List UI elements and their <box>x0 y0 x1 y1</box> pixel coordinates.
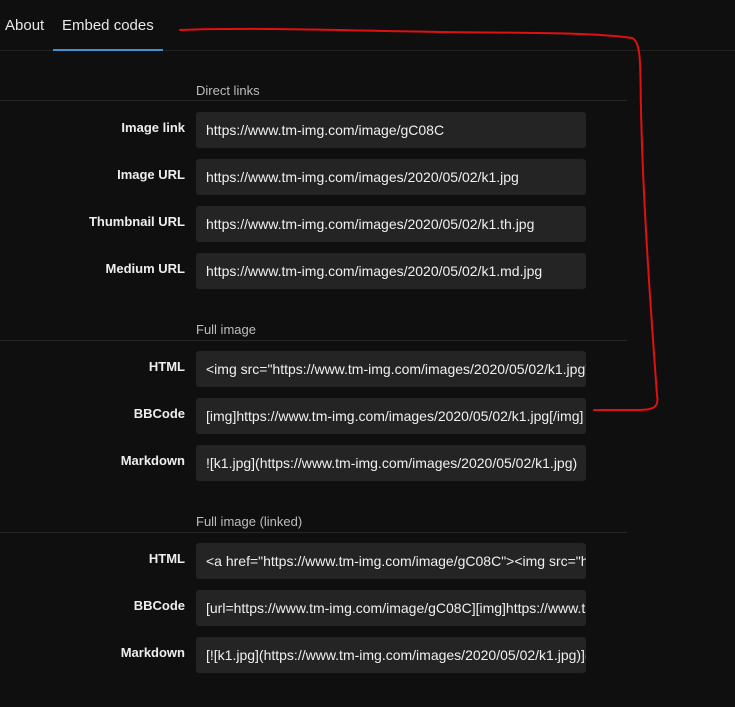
full-html-field[interactable]: <img src="https://www.tm-img.com/images/… <box>196 351 586 387</box>
label-image-url: Image URL <box>117 167 185 182</box>
linked-markdown-field[interactable]: [![k1.jpg](https://www.tm-img.com/images… <box>196 637 586 673</box>
label-thumbnail-url: Thumbnail URL <box>88 214 185 229</box>
section-title-full-image: Full image <box>196 322 256 337</box>
image-link-field[interactable]: https://www.tm-img.com/image/gC08C <box>196 112 586 148</box>
label-linked-markdown: Markdown <box>120 645 185 660</box>
label-full-bbcode: BBCode <box>133 406 185 421</box>
label-linked-html: HTML <box>148 551 185 566</box>
full-markdown-field[interactable]: ![k1.jpg](https://www.tm-img.com/images/… <box>196 445 586 481</box>
image-url-field[interactable]: https://www.tm-img.com/images/2020/05/02… <box>196 159 586 195</box>
section-divider <box>0 532 627 533</box>
linked-bbcode-field[interactable]: [url=https://www.tm-img.com/image/gC08C]… <box>196 590 586 626</box>
thumbnail-url-field[interactable]: https://www.tm-img.com/images/2020/05/02… <box>196 206 586 242</box>
label-full-markdown: Markdown <box>120 453 185 468</box>
section-title-full-image-linked: Full image (linked) <box>196 514 303 529</box>
label-medium-url: Medium URL <box>105 261 185 276</box>
full-bbcode-field[interactable]: [img]https://www.tm-img.com/images/2020/… <box>196 398 586 434</box>
tab-about[interactable]: About <box>5 0 44 50</box>
section-divider <box>0 340 627 341</box>
linked-html-field[interactable]: <a href="https://www.tm-img.com/image/gC… <box>196 543 586 579</box>
label-linked-bbcode: BBCode <box>133 598 185 613</box>
label-full-html: HTML <box>148 359 185 374</box>
section-title-direct-links: Direct links <box>196 83 260 98</box>
tab-embed-codes[interactable]: Embed codes <box>53 0 163 51</box>
medium-url-field[interactable]: https://www.tm-img.com/images/2020/05/02… <box>196 253 586 289</box>
tab-bar: About Embed codes <box>0 0 735 51</box>
section-divider <box>0 100 627 101</box>
label-image-link: Image link <box>121 120 185 135</box>
